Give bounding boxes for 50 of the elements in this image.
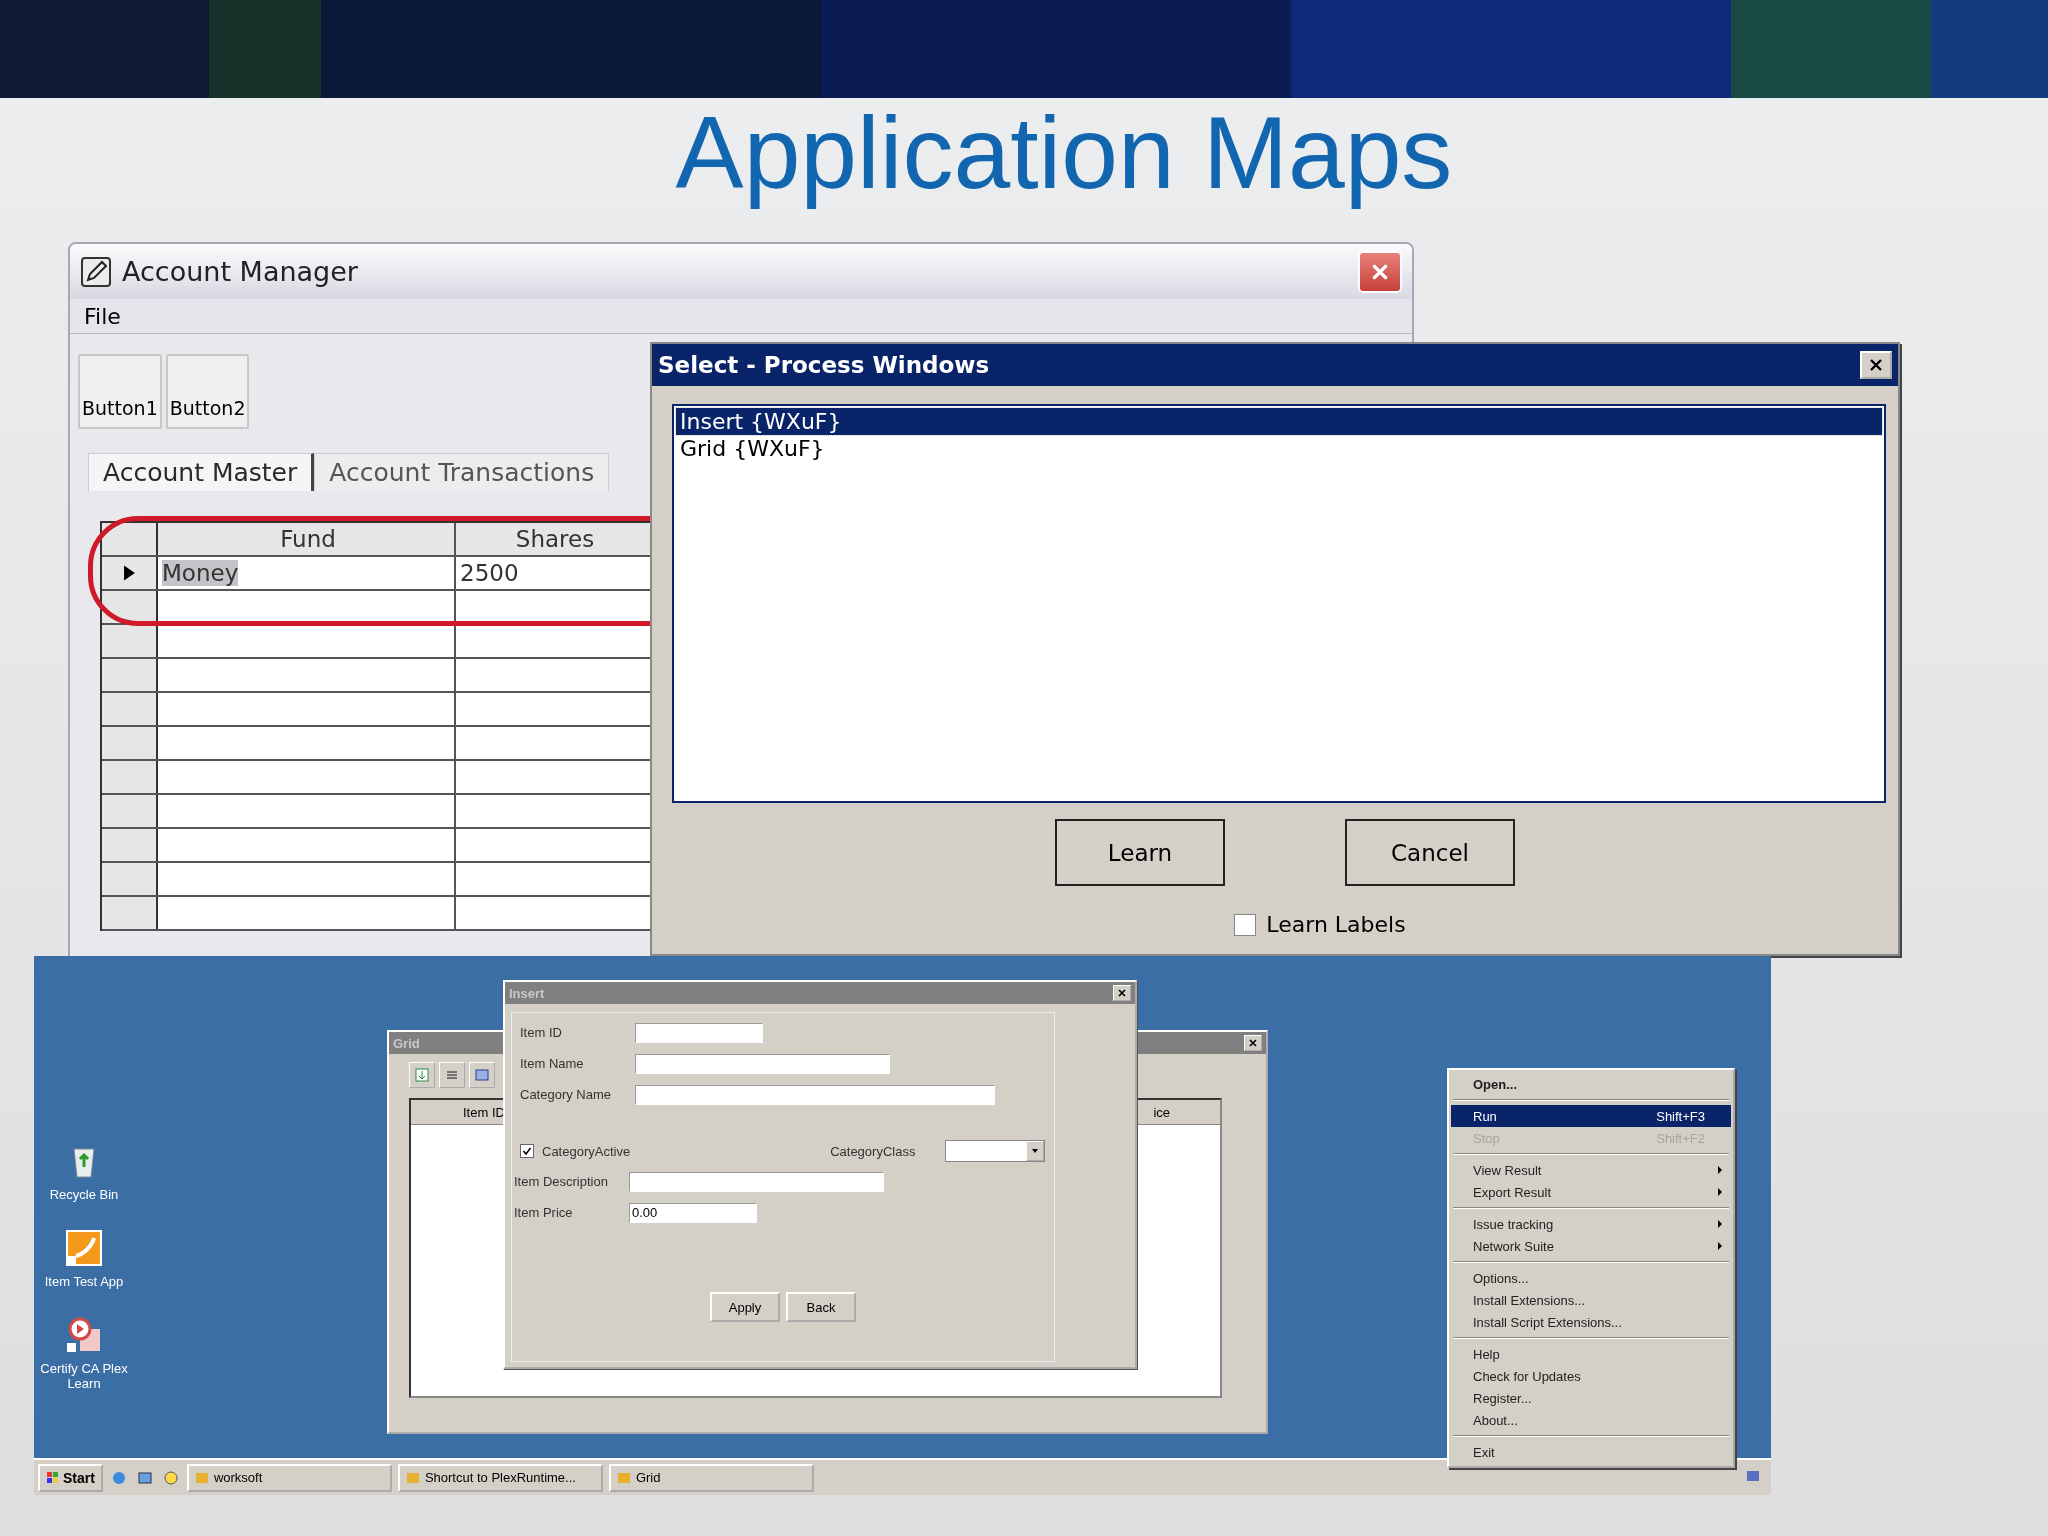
taskbar-button[interactable]: Shortcut to PlexRuntime... <box>397 1463 603 1492</box>
desktop-icon-label: Certify CA Plex Learn <box>39 1361 129 1391</box>
checkbox-label: CategoryActive <box>542 1143 631 1159</box>
desktop-icon-label: Item Test App <box>43 1274 125 1289</box>
menu-item[interactable]: Run Shift+F3 <box>1451 1105 1731 1127</box>
menu-item[interactable]: Network Suite <box>1451 1235 1731 1257</box>
field-label: Category Name <box>520 1087 613 1102</box>
window-title: Grid <box>393 1035 420 1051</box>
taskbar-button[interactable]: worksoft <box>186 1463 392 1492</box>
field-label: Item Description <box>514 1174 609 1189</box>
menu-item[interactable]: Install Script Extensions... <box>1451 1311 1731 1333</box>
menu-item[interactable]: View Result <box>1451 1159 1731 1181</box>
desktop-icon-label: Recycle Bin <box>48 1187 120 1202</box>
dialog-button[interactable]: Back <box>786 1292 856 1322</box>
window-title: Account Manager <box>122 256 358 287</box>
dialog-button[interactable]: Learn <box>1055 819 1225 886</box>
field-label: Item Price <box>514 1205 574 1220</box>
taskbar-button[interactable]: Grid <box>608 1463 814 1492</box>
checkbox-label: Learn Labels <box>1266 912 1406 937</box>
column-header[interactable]: Fund <box>158 523 456 555</box>
field-label: Item ID <box>520 1025 563 1040</box>
menu-item[interactable]: File <box>84 303 121 329</box>
window-title: Insert <box>509 985 545 1001</box>
input-field[interactable]: 0.00 <box>629 1202 757 1223</box>
list-item[interactable]: Insert {WXuF} <box>676 408 1882 435</box>
menu-item[interactable]: Install Extensions... <box>1451 1289 1731 1311</box>
field-label: Item Name <box>520 1056 585 1071</box>
menu-item[interactable]: Issue tracking <box>1451 1213 1731 1235</box>
menu-item[interactable]: Open... <box>1451 1073 1731 1095</box>
table-cell: 2500 <box>460 560 519 586</box>
tab[interactable]: Account Master <box>88 453 315 491</box>
menu-item[interactable]: Options... <box>1451 1267 1731 1289</box>
slide-title: Application Maps <box>674 98 1454 208</box>
menu-item[interactable]: About... <box>1451 1409 1731 1431</box>
table-cell: Money <box>162 560 239 586</box>
dropdown-label: CategoryClass <box>830 1143 916 1159</box>
tab[interactable]: Account Transactions <box>314 453 610 491</box>
toolbar-button[interactable]: Button2 <box>165 354 250 429</box>
menu-item[interactable]: Check for Updates <box>1451 1365 1731 1387</box>
dialog-button[interactable]: Apply <box>710 1292 780 1322</box>
start-button[interactable]: Start <box>38 1463 103 1492</box>
menu-item[interactable]: Export Result <box>1451 1181 1731 1203</box>
dialog-title: Select - Process Windows <box>658 352 990 378</box>
toolbar-button[interactable]: Button1 <box>78 354 162 429</box>
column-header[interactable]: ice <box>1153 1104 1170 1120</box>
dialog-button[interactable]: Cancel <box>1345 819 1515 886</box>
menu-item[interactable]: Help <box>1451 1343 1731 1365</box>
menu-item[interactable]: Exit <box>1451 1441 1731 1463</box>
menu-item[interactable]: Register... <box>1451 1387 1731 1409</box>
list-item[interactable]: Grid {WXuF} <box>676 435 1882 462</box>
